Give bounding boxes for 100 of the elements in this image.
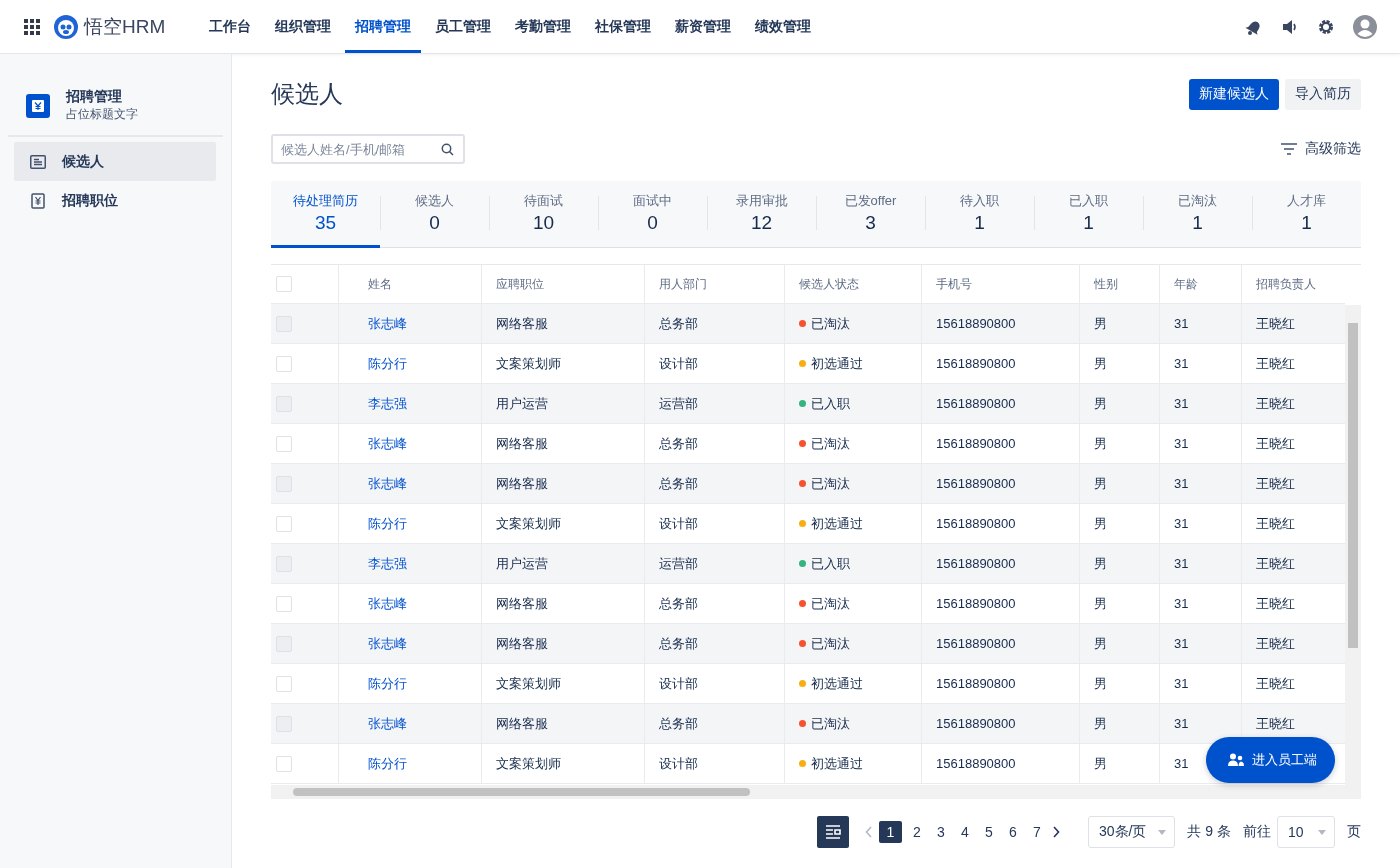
checkbox[interactable] — [276, 355, 292, 372]
status-tab[interactable]: 待面试 10 — [489, 181, 598, 248]
status-tab[interactable]: 已入职 1 — [1034, 181, 1143, 248]
page-number[interactable]: 3 — [931, 821, 950, 843]
table-cell: 设计部 — [659, 354, 698, 373]
nav-tab[interactable]: 绩效管理 — [745, 0, 822, 53]
search-field[interactable]: 候选人姓名/手机/邮箱 — [271, 134, 465, 164]
candidate-name-link[interactable]: 张志峰 — [368, 474, 407, 493]
table-cell: 网络客服 — [496, 714, 548, 733]
candidate-name-link[interactable]: 张志峰 — [368, 714, 407, 733]
candidate-name-link[interactable]: 张志峰 — [368, 314, 407, 333]
avatar-icon[interactable] — [1353, 14, 1377, 39]
candidate-name-link[interactable]: 陈分行 — [368, 354, 407, 373]
sidebar-item[interactable]: 招聘职位 — [14, 181, 216, 220]
table-cell: 总务部 — [659, 434, 698, 453]
checkbox[interactable] — [276, 276, 292, 292]
page-unit: 页 — [1347, 823, 1361, 841]
page-number[interactable]: 1 — [878, 821, 902, 843]
table-cell: 男 — [1094, 674, 1107, 693]
column-header: 招聘负责人 — [1256, 275, 1316, 293]
module-subtitle: 占位标题文字 — [66, 106, 138, 123]
nav-tab[interactable]: 组织管理 — [265, 0, 342, 53]
new-candidate-button[interactable]: 新建候选人 — [1189, 78, 1279, 110]
speaker-icon[interactable] — [1281, 17, 1299, 36]
nav-tab[interactable]: 招聘管理 — [345, 0, 422, 53]
checkbox[interactable] — [276, 595, 292, 612]
candidate-name-link[interactable]: 陈分行 — [368, 674, 407, 693]
checkbox[interactable] — [276, 515, 292, 532]
candidate-name-link[interactable]: 李志强 — [368, 554, 407, 573]
table-cell: 运营部 — [659, 554, 698, 573]
status-tab[interactable]: 录用审批 12 — [707, 181, 816, 248]
candidate-name-link[interactable]: 张志峰 — [368, 634, 407, 653]
sidebar-item[interactable]: 候选人 — [14, 142, 216, 181]
caret-icon — [1158, 829, 1167, 835]
table-cell: 31 — [1174, 396, 1189, 411]
list-view-icon[interactable] — [816, 816, 849, 848]
candidate-name-link[interactable]: 陈分行 — [368, 514, 407, 533]
table-cell: 已淘汰 — [811, 474, 850, 493]
status-tab[interactable]: 已发offer 3 — [816, 181, 925, 248]
vertical-scrollbar[interactable] — [1345, 305, 1361, 785]
candidate-name-link[interactable]: 张志峰 — [368, 434, 407, 453]
nav-tab[interactable]: 考勤管理 — [505, 0, 582, 53]
candidate-name-link[interactable]: 陈分行 — [368, 754, 407, 773]
table-cell: 王晓红 — [1256, 594, 1295, 613]
previous-page-icon[interactable] — [864, 826, 873, 838]
table-cell: 15618890800 — [936, 476, 1016, 491]
table-cell: 总务部 — [659, 714, 698, 733]
status-tab[interactable]: 候选人 0 — [380, 181, 489, 248]
checkbox[interactable] — [276, 435, 292, 452]
apps-grid-icon[interactable] — [24, 18, 40, 35]
nav-tab[interactable]: 社保管理 — [585, 0, 662, 53]
page-number[interactable]: 7 — [1027, 821, 1046, 843]
next-page-icon[interactable] — [1051, 826, 1060, 838]
column-header: 应聘职位 — [496, 275, 544, 293]
settings-icon[interactable] — [1317, 17, 1335, 36]
page-number[interactable]: 4 — [955, 821, 974, 843]
nav-tab[interactable]: 薪资管理 — [665, 0, 742, 53]
table-cell: 已淘汰 — [811, 634, 850, 653]
status-tab[interactable]: 待处理简历 35 — [271, 181, 380, 248]
status-tab[interactable]: 人才库 1 — [1252, 181, 1361, 248]
status-tab[interactable]: 待入职 1 — [925, 181, 1034, 248]
table-cell: 已淘汰 — [811, 314, 850, 333]
candidate-name-link[interactable]: 张志峰 — [368, 594, 407, 613]
nav-tab[interactable]: 员工管理 — [425, 0, 502, 53]
table-cell: 15618890800 — [936, 716, 1016, 731]
candidate-name-link[interactable]: 李志强 — [368, 394, 407, 413]
page-number[interactable]: 5 — [979, 821, 998, 843]
table-cell: 15618890800 — [936, 516, 1016, 531]
import-button[interactable]: 导入简历 — [1285, 78, 1361, 110]
search-icon[interactable] — [441, 143, 454, 156]
column-header: 姓名 — [368, 275, 392, 293]
page-size-select[interactable]: 30条/页 — [1087, 816, 1176, 848]
caret-icon — [1318, 829, 1326, 835]
status-tab[interactable]: 面试中 0 — [598, 181, 707, 248]
page-number[interactable]: 6 — [1003, 821, 1022, 843]
table-cell: 31 — [1174, 556, 1189, 571]
table-cell: 已淘汰 — [811, 434, 850, 453]
total-count: 共 9 条 — [1187, 823, 1231, 841]
table-cell: 男 — [1094, 474, 1107, 493]
goto-page-field[interactable]: 10 — [1277, 816, 1335, 848]
checkbox[interactable] — [276, 755, 292, 772]
table-cell: 31 — [1174, 436, 1189, 451]
table-cell: 31 — [1174, 516, 1189, 531]
status-tab[interactable]: 已淘汰 1 — [1143, 181, 1252, 248]
column-header: 用人部门 — [659, 275, 707, 293]
advanced-filter-button[interactable]: 高级筛选 — [1281, 140, 1361, 158]
table-cell: 总务部 — [659, 314, 698, 333]
table-cell: 31 — [1174, 756, 1189, 771]
page-number[interactable]: 2 — [907, 821, 926, 843]
column-header: 手机号 — [936, 275, 972, 293]
table-cell: 15618890800 — [936, 556, 1016, 571]
table-cell: 31 — [1174, 596, 1189, 611]
checkbox[interactable] — [276, 675, 292, 692]
table-cell: 用户运营 — [496, 394, 548, 413]
horizontal-scrollbar[interactable] — [271, 785, 1361, 799]
nav-tab[interactable]: 工作台 — [199, 0, 262, 53]
filter-icon — [1281, 143, 1297, 155]
table-cell: 用户运营 — [496, 554, 548, 573]
table-cell: 网络客服 — [496, 314, 548, 333]
employee-portal-button[interactable]: 进入员工端 — [1206, 737, 1335, 783]
